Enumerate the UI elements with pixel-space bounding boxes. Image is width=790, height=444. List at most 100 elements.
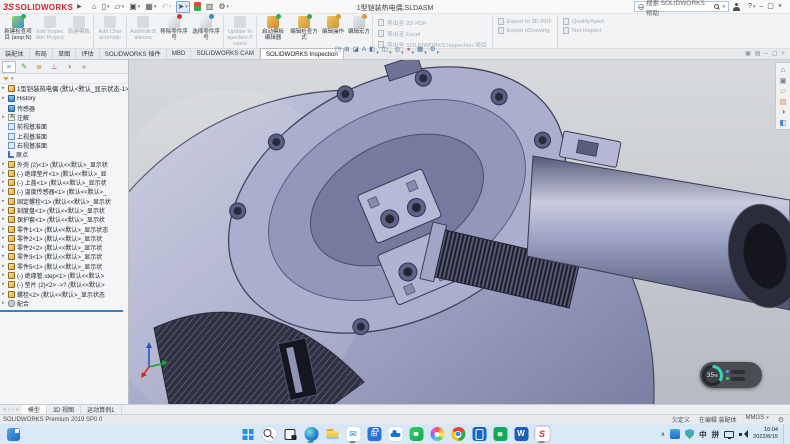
view-tool-button[interactable]: ● [407, 42, 414, 58]
export-menu-item[interactable]: 导出至 2D PDF [378, 18, 487, 27]
window-control-button[interactable]: × [776, 3, 784, 10]
taskbar-app-button[interactable] [471, 425, 488, 443]
window-control-button[interactable]: ? [746, 3, 757, 10]
screen-recorder-widget[interactable]: 35% [700, 362, 762, 388]
recorder-indicator-row[interactable] [726, 377, 757, 381]
doc-window-button[interactable]: ▤ [755, 51, 761, 57]
tree-item[interactable]: 零件2<1> (默认<<默认>_显示状 [0, 234, 128, 243]
ime-mode-indicator[interactable]: 中 [699, 429, 707, 440]
dropdown-caret-icon[interactable] [168, 3, 172, 10]
tree-item[interactable]: 配合 [0, 299, 128, 308]
tree-item[interactable]: (-) 绝缘垫片<1> (默认<<默认>_显 [0, 169, 128, 178]
ribbon-button[interactable]: Add/Edit Balloons [126, 15, 158, 48]
window-control-button[interactable]: ▢ [765, 3, 776, 10]
volume-icon[interactable] [739, 430, 748, 439]
panel-splitter[interactable] [0, 310, 123, 312]
tree-item[interactable]: 螺栓<2> (默认<<默认>_显示状态 [0, 290, 128, 299]
tree-item[interactable]: (-) 上盖<1> (默认<<默认>_显示状 [0, 178, 128, 187]
view-tool-button[interactable]: ◎ [394, 42, 403, 58]
task-pane-tab-icon[interactable]: ▱ [780, 87, 786, 95]
assembly-3d-model[interactable] [129, 60, 790, 404]
command-tab[interactable]: 布局 [30, 48, 53, 59]
tree-item[interactable]: 零件1<1> (默认<<默认>_显示状态 [0, 224, 128, 233]
clock[interactable]: 16:04 2022/8/15 [753, 427, 778, 440]
tree-item[interactable]: (-) 绝缘管.step<1> (默认<<默认> [0, 271, 128, 280]
tab-nav-arrow-icon[interactable]: « [3, 407, 6, 413]
dropdown-caret-icon[interactable] [184, 3, 188, 10]
quick-access-button[interactable] [193, 1, 202, 13]
tree-item[interactable]: 零件3<1> (默认<<默认>_显示状 [0, 252, 128, 261]
menu-expand-icon[interactable]: ▶ [77, 3, 82, 10]
filter-caret-icon[interactable]: ▾ [11, 76, 14, 82]
tree-item[interactable]: 上视基准面 [0, 131, 128, 140]
login-user-icon[interactable] [733, 3, 740, 11]
view-tool-button[interactable]: A [362, 47, 366, 54]
command-tab[interactable]: SOLIDWORKS CAM [191, 48, 259, 59]
task-pane-tab-icon[interactable]: ▣ [779, 77, 786, 85]
view-tool-button[interactable]: ◪ [353, 47, 359, 54]
doc-tab[interactable]: 运动算例1 [81, 405, 121, 414]
taskbar-app-button[interactable]: ⊞ [366, 425, 383, 443]
tree-item[interactable]: 右视基准面 [0, 141, 128, 150]
security-shield-icon[interactable] [685, 429, 694, 439]
panel-tab[interactable]: ≡ [2, 61, 16, 73]
taskbar-app-button[interactable] [450, 425, 467, 443]
view-tool-button[interactable]: ◳ [335, 47, 341, 54]
command-tab[interactable]: 草图 [53, 48, 76, 59]
command-tab[interactable]: 评估 [76, 48, 99, 59]
command-tab[interactable]: MBD [167, 48, 192, 59]
ime-layout-indicator[interactable]: 拼 [712, 429, 720, 440]
doc-window-button[interactable]: ▣ [745, 51, 751, 57]
panel-tab[interactable]: ⊥ [47, 61, 61, 73]
quick-access-button[interactable]: ▯ [101, 1, 111, 13]
tree-item[interactable]: 前视基准面 [0, 122, 128, 131]
doc-window-button[interactable]: ▢ [772, 51, 778, 57]
tree-item[interactable]: 保护套<1> (默认<<默认>_显示状 [0, 215, 128, 224]
tree-item[interactable]: History [0, 94, 128, 103]
quick-access-button[interactable]: ▥ [205, 1, 215, 13]
taskbar-app-button[interactable]: S [534, 425, 551, 443]
view-tool-caret-icon[interactable] [375, 42, 379, 58]
taskbar-app-button[interactable] [282, 425, 299, 443]
tab-nav-arrow-icon[interactable]: ‹ [8, 407, 10, 413]
dropdown-caret-icon[interactable] [137, 3, 141, 10]
taskbar-app-button[interactable]: ≣ [492, 425, 509, 443]
ribbon-button[interactable]: 新建模板 [66, 15, 92, 48]
task-pane-tab-icon[interactable]: ⌂ [781, 66, 786, 74]
command-tab[interactable]: SOLIDWORKS Inspection [260, 48, 344, 59]
export-menu-item[interactable]: Export to 3D PDF [498, 18, 552, 25]
status-gear-icon[interactable]: ⚙ [778, 416, 784, 424]
view-tool-caret-icon[interactable] [388, 42, 392, 58]
ribbon-button[interactable]: Update Inspection Project [223, 15, 255, 48]
taskbar-app-button[interactable] [240, 425, 257, 443]
quick-access-button[interactable]: ▱ [114, 1, 126, 13]
search-icon[interactable] [714, 4, 719, 9]
view-tool-caret-icon[interactable] [400, 42, 404, 58]
panel-tab[interactable]: ◑ [62, 61, 76, 73]
view-tool-button[interactable]: ◫ [382, 42, 392, 58]
assembly-root-item[interactable]: 1型铠装热电偶 (默认<默认_显示状态-1> [0, 84, 128, 93]
taskbar-app-button[interactable]: ✉ [345, 425, 362, 443]
export-menu-item[interactable]: Export eDrawing [498, 27, 552, 34]
taskbar-app-button[interactable] [408, 425, 425, 443]
display-tray-icon[interactable] [724, 431, 734, 438]
doc-tab[interactable]: 模型 [22, 405, 47, 414]
doc-window-button[interactable]: – [764, 51, 767, 57]
taskbar-app-button[interactable]: W [513, 425, 530, 443]
view-tool-caret-icon[interactable] [436, 42, 440, 58]
ribbon-button[interactable]: 启动模板编辑器 [256, 15, 288, 48]
recorder-indicator-row[interactable] [726, 370, 757, 374]
search-input[interactable]: 搜索 SOLIDWORKS 帮助 [634, 1, 729, 12]
view-tool-button[interactable]: ⊞ [344, 47, 349, 54]
taskbar-app-button[interactable] [429, 425, 446, 443]
taskbar-app-button[interactable] [261, 425, 278, 443]
show-desktop-button[interactable] [783, 424, 786, 444]
export-menu-item[interactable]: 导出至 Excel [378, 29, 487, 38]
taskbar-app-button[interactable] [303, 425, 320, 443]
tab-nav-arrow-icon[interactable]: › [12, 407, 14, 413]
widgets-icon[interactable] [7, 428, 20, 441]
hidden-icons-chevron[interactable]: ∧ [661, 431, 665, 438]
ribbon-button[interactable]: Add Characteristic [93, 15, 125, 48]
view-tool-caret-icon[interactable] [423, 42, 427, 58]
taskbar-app-button[interactable] [387, 425, 404, 443]
